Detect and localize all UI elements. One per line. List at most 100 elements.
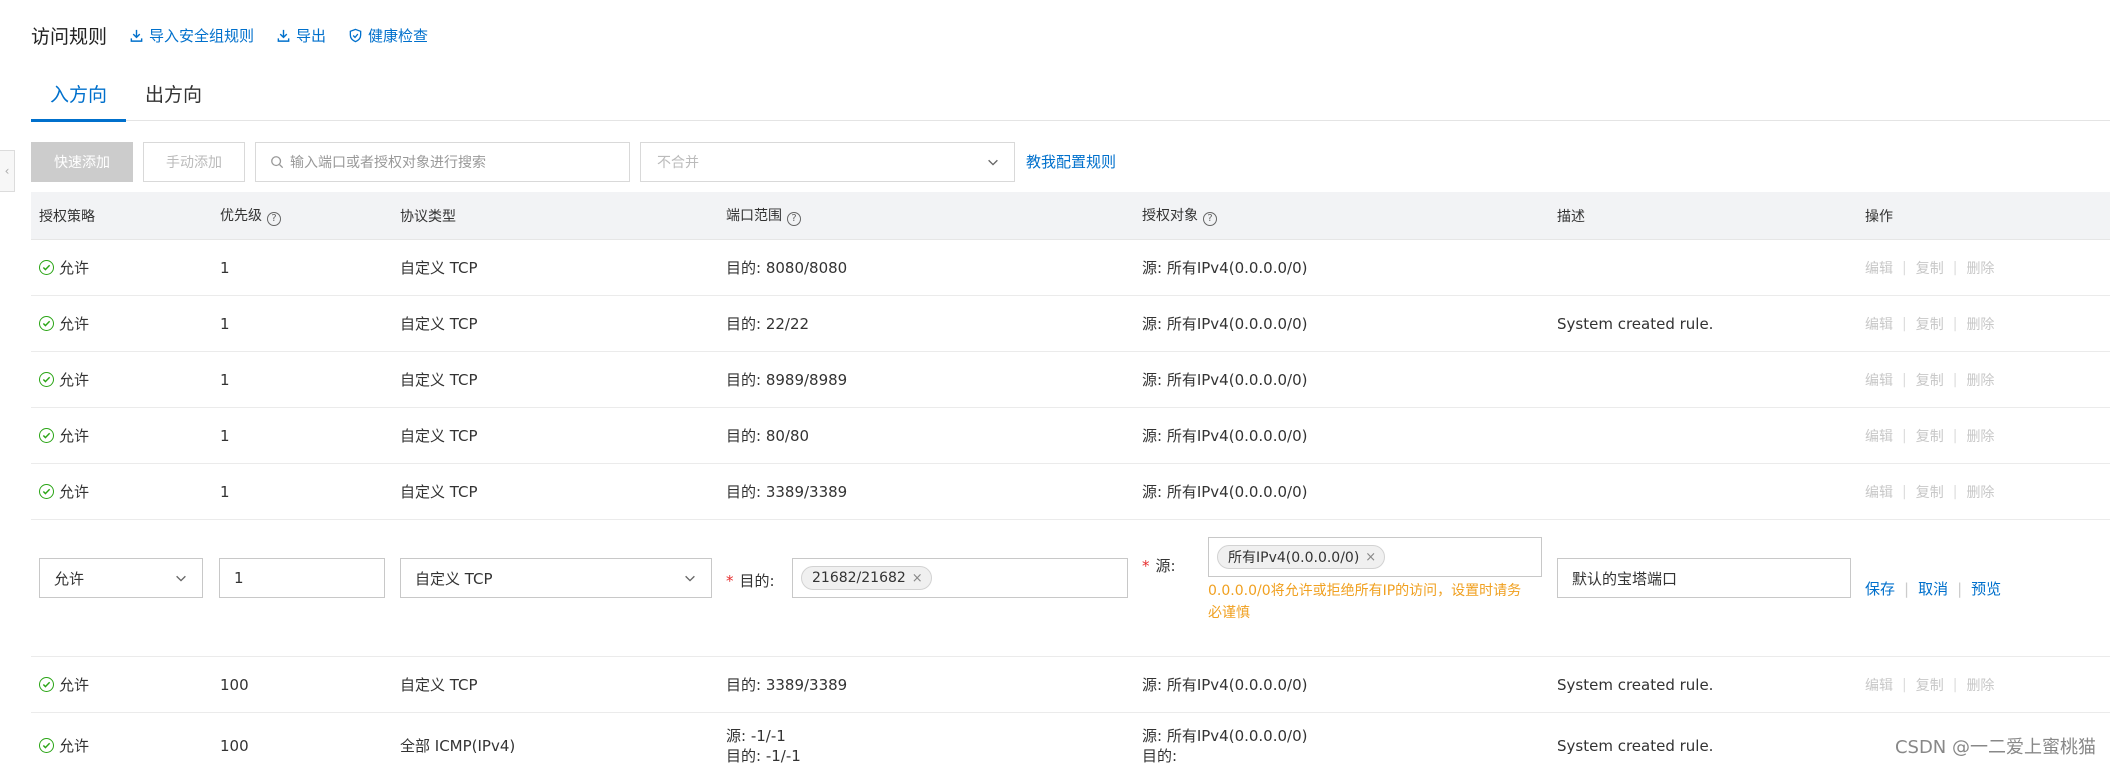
health-check-link[interactable]: 健康检查 <box>348 25 428 46</box>
edit-actions: 保存 | 取消 | 预览 <box>1865 578 2001 599</box>
table-row: 允许 100 全部 ICMP(IPv4) 源: -1/-1 目的: -1/-1 源… <box>31 713 2110 763</box>
protocol-cell: 自定义 TCP <box>400 427 478 445</box>
delete-button[interactable]: 删除 <box>1966 426 1994 446</box>
table-header: 授权策略 优先级? 协议类型 端口范围? 授权对象? 描述 操作 <box>31 192 2110 240</box>
policy-cell: 允许 <box>39 735 89 756</box>
object-field-label: * 源: <box>1142 555 1176 576</box>
sidebar-collapse-handle[interactable]: ‹ <box>0 150 15 192</box>
protocol-cell: 自定义 TCP <box>400 676 478 694</box>
policy-select[interactable]: 允许 <box>39 558 203 598</box>
required-mark: * <box>726 571 734 590</box>
preview-button[interactable]: 预览 <box>1971 578 2001 599</box>
separator: | <box>1902 676 1907 693</box>
copy-button[interactable]: 复制 <box>1916 426 1944 446</box>
row-actions: 编辑 | 复制 | 删除 <box>1865 370 1994 390</box>
table-row: 允许 1 自定义 TCP 目的: 80/80 源: 所有IPv4(0.0.0.0… <box>31 408 2110 464</box>
edit-button[interactable]: 编辑 <box>1865 314 1893 334</box>
object-input[interactable]: 所有IPv4(0.0.0.0/0) × <box>1208 537 1542 577</box>
edit-button[interactable]: 编辑 <box>1865 482 1893 502</box>
separator: | <box>1952 427 1958 444</box>
header-object: 授权对象? <box>1142 205 1217 226</box>
delete-button[interactable]: 删除 <box>1966 258 1994 278</box>
policy-cell: 允许 <box>39 313 89 334</box>
help-icon[interactable]: ? <box>267 211 281 226</box>
header-port-label: 端口范围 <box>726 208 782 225</box>
header-description: 描述 <box>1557 208 1585 225</box>
object-line: 目的: <box>1142 746 1178 763</box>
chevron-down-icon <box>988 159 998 166</box>
save-button[interactable]: 保存 <box>1865 578 1895 599</box>
edit-button[interactable]: 编辑 <box>1865 426 1893 446</box>
rule-edit-row: 允许 1 自定义 TCP * 目的: 21682/21682 × * 源: 所有IPv… <box>31 520 2110 657</box>
description-input[interactable]: 默认的宝塔端口 <box>1557 558 1851 598</box>
priority-cell: 100 <box>220 736 249 755</box>
copy-button[interactable]: 复制 <box>1916 370 1944 390</box>
config-help-link[interactable]: 教我配置规则 <box>1026 151 1116 172</box>
protocol-cell: 自定义 TCP <box>400 259 478 277</box>
search-icon <box>271 155 284 168</box>
health-check-label: 健康检查 <box>368 26 429 45</box>
port-line: 目的: -1/-1 <box>726 746 801 763</box>
port-field-label: * 目的: <box>726 570 775 591</box>
port-label-text: 目的: <box>739 572 775 590</box>
priority-cell: 1 <box>220 482 230 501</box>
header-port: 端口范围? <box>726 205 801 226</box>
object-cell: 源: 所有IPv4(0.0.0.0/0) <box>1142 676 1308 694</box>
copy-button[interactable]: 复制 <box>1916 314 1944 334</box>
priority-cell: 1 <box>220 370 230 389</box>
delete-button[interactable]: 删除 <box>1966 675 1994 695</box>
manual-add-button[interactable]: 手动添加 <box>143 141 245 182</box>
chevron-left-icon: ‹ <box>4 164 10 178</box>
policy-text: 允许 <box>59 259 90 277</box>
copy-button[interactable]: 复制 <box>1916 258 1944 278</box>
protocol-cell: 自定义 TCP <box>400 371 478 389</box>
description-cell: System created rule. <box>1557 736 1714 755</box>
cancel-button[interactable]: 取消 <box>1918 578 1948 599</box>
delete-button[interactable]: 删除 <box>1966 314 1994 334</box>
object-tag-text: 所有IPv4(0.0.0.0/0) <box>1228 550 1360 566</box>
warning-message: 0.0.0.0/0将允许或拒绝所有IP的访问，设置时请务必谨慎 <box>1208 583 1522 621</box>
chevron-down-icon <box>176 575 186 582</box>
separator: | <box>1952 676 1958 693</box>
page-title: 访问规则 <box>31 25 108 48</box>
delete-button[interactable]: 删除 <box>1966 482 1994 502</box>
header-policy: 授权策略 <box>39 208 95 225</box>
protocol-cell: 自定义 TCP <box>400 315 478 333</box>
separator: | <box>1902 259 1907 276</box>
header-actions: 操作 <box>1865 208 1893 225</box>
port-range-input[interactable]: 21682/21682 × <box>792 558 1128 598</box>
port-line: 源: -1/-1 <box>726 726 786 745</box>
separator: | <box>1902 427 1907 444</box>
edit-button[interactable]: 编辑 <box>1865 675 1893 695</box>
tab-outbound[interactable]: 出方向 <box>126 76 221 121</box>
priority-input[interactable]: 1 <box>219 558 385 598</box>
table-row: 允许 1 自定义 TCP 目的: 3389/3389 源: 所有IPv4(0.0… <box>31 464 2110 520</box>
tab-inbound[interactable]: 入方向 <box>31 76 127 122</box>
page-header: 访问规则 导入安全组规则 导出 健康检查 <box>31 20 450 50</box>
close-icon[interactable]: × <box>912 571 923 586</box>
search-input[interactable]: 输入端口或者授权对象进行搜索 <box>255 141 630 182</box>
search-placeholder: 输入端口或者授权对象进行搜索 <box>290 154 486 171</box>
port-cell: 目的: 22/22 <box>726 315 810 333</box>
chevron-down-icon <box>685 575 695 582</box>
edit-button[interactable]: 编辑 <box>1865 370 1893 390</box>
policy-text: 允许 <box>59 371 90 389</box>
edit-button[interactable]: 编辑 <box>1865 258 1893 278</box>
protocol-cell: 全部 ICMP(IPv4) <box>400 737 516 755</box>
merge-select[interactable]: 不合并 <box>640 141 1015 182</box>
row-actions: 编辑 | 复制 | 删除 <box>1865 675 1994 695</box>
port-cell: 源: -1/-1 目的: -1/-1 <box>726 726 801 763</box>
help-icon[interactable]: ? <box>787 211 801 226</box>
quick-add-button[interactable]: 快速添加 <box>31 141 133 182</box>
protocol-select[interactable]: 自定义 TCP <box>400 558 712 598</box>
delete-button[interactable]: 删除 <box>1966 370 1994 390</box>
help-icon[interactable]: ? <box>1203 211 1217 226</box>
object-cell: 源: 所有IPv4(0.0.0.0/0) <box>1142 371 1308 389</box>
separator: | <box>1902 315 1907 332</box>
copy-button[interactable]: 复制 <box>1916 482 1944 502</box>
import-rules-link[interactable]: 导入安全组规则 <box>129 25 254 46</box>
copy-button[interactable]: 复制 <box>1916 675 1944 695</box>
object-tag: 所有IPv4(0.0.0.0/0) × <box>1217 545 1386 569</box>
export-link[interactable]: 导出 <box>276 25 326 46</box>
close-icon[interactable]: × <box>1365 550 1376 565</box>
